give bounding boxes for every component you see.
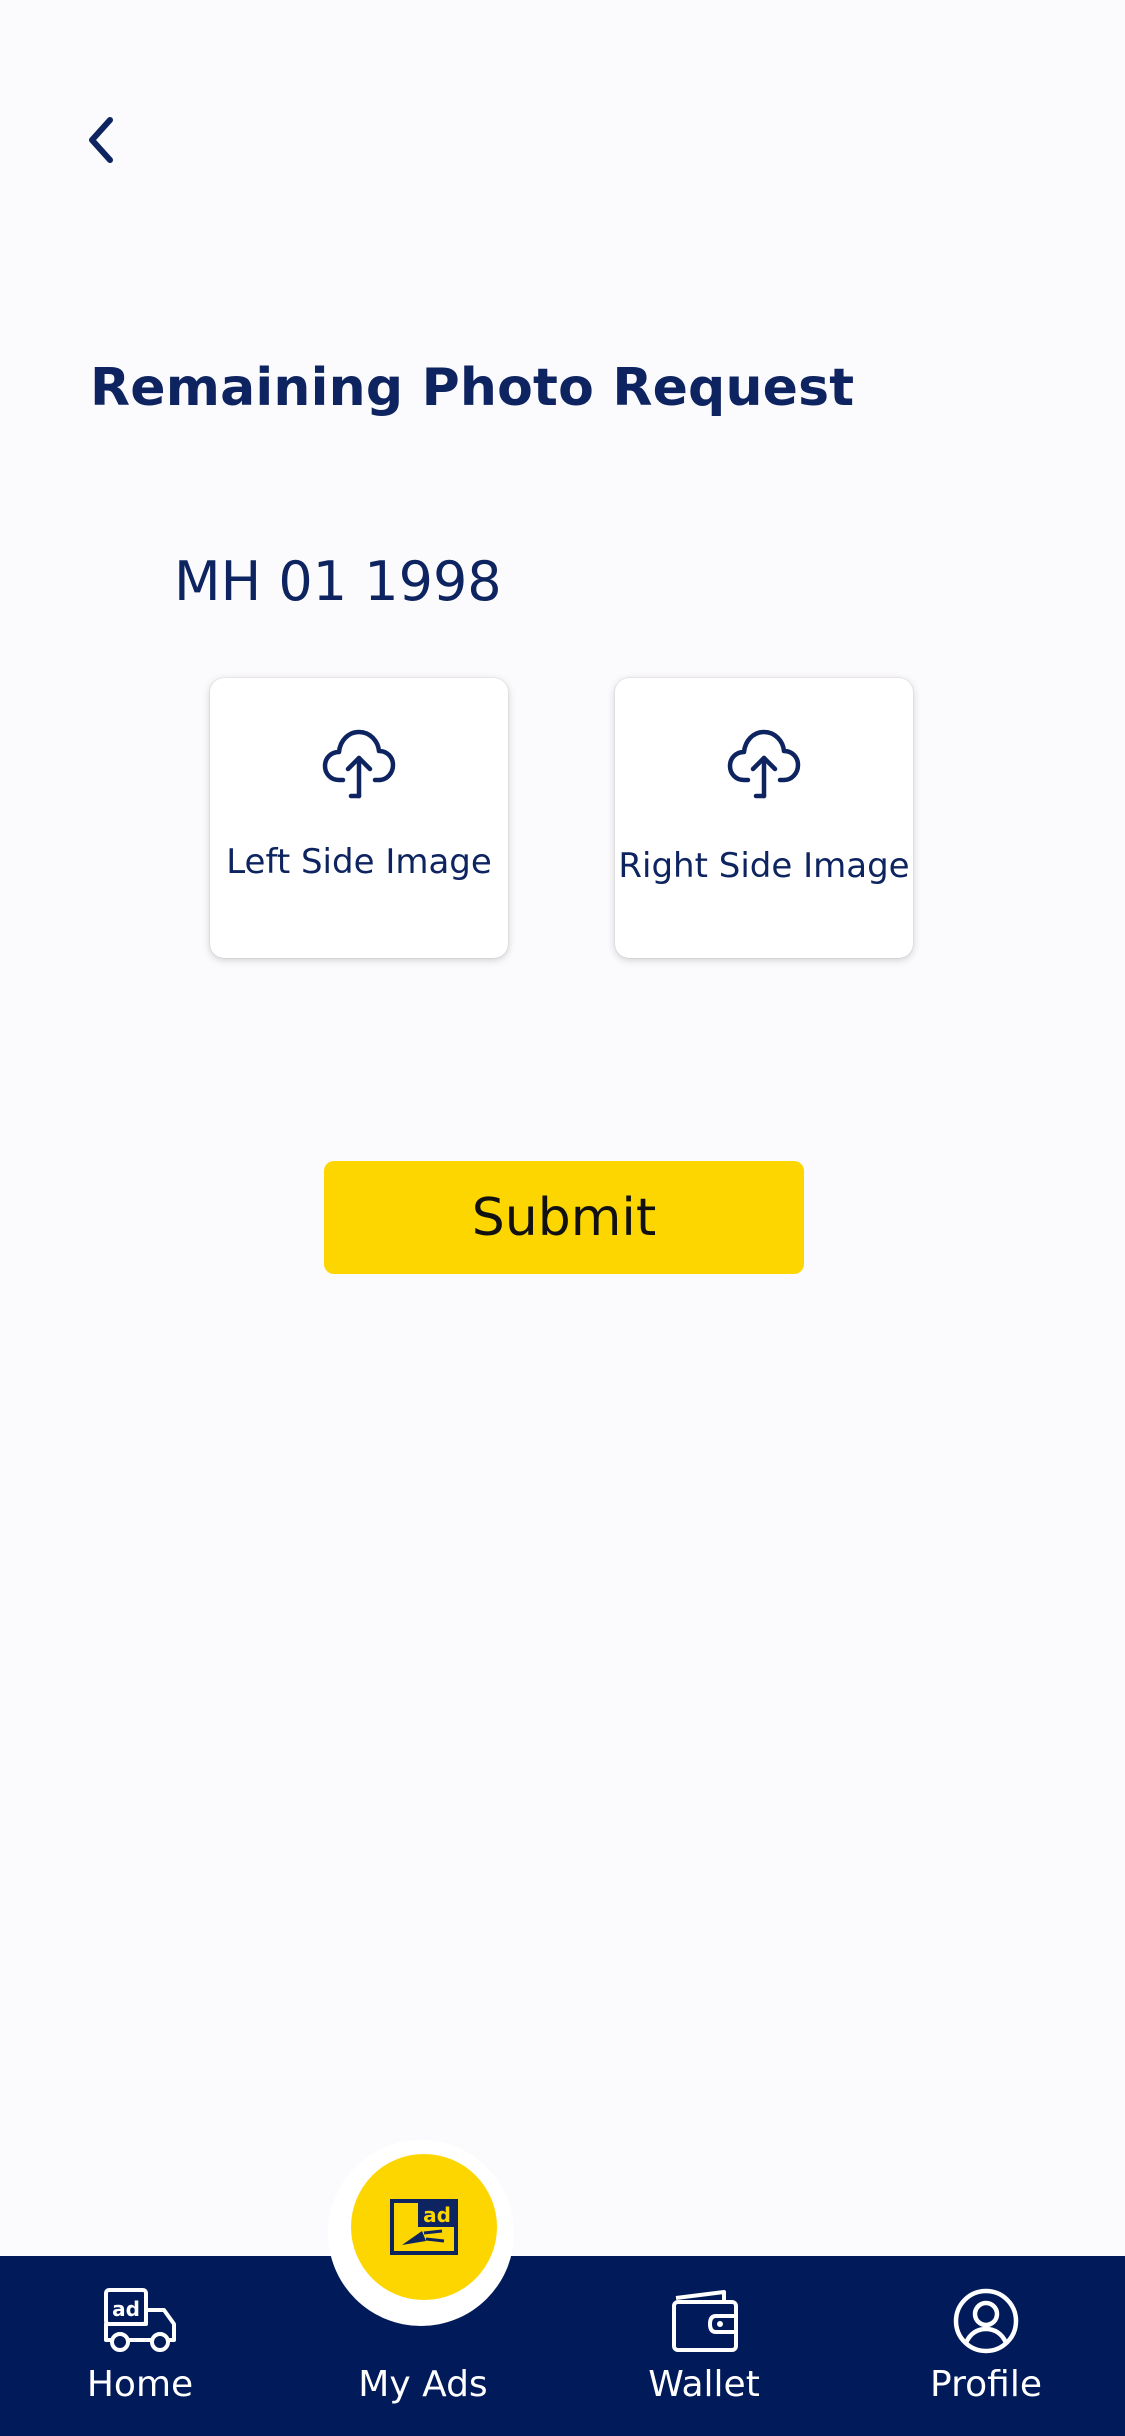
cloud-upload-icon [727, 729, 801, 799]
cloud-upload-icon [322, 729, 396, 799]
ad-megaphone-icon: ad [390, 2199, 458, 2255]
left-side-image-upload[interactable]: Left Side Image [210, 678, 508, 958]
nav-my-ads-label: My Ads [358, 2364, 488, 2405]
wallet-icon [672, 2290, 738, 2352]
nav-home-label: Home [86, 2364, 194, 2405]
back-button[interactable] [70, 110, 130, 170]
svg-text:ad: ad [423, 2203, 451, 2227]
nav-my-ads[interactable]: My Ads [323, 2256, 523, 2436]
user-circle-icon [953, 2288, 1019, 2354]
nav-profile[interactable]: Profile [886, 2256, 1086, 2436]
nav-profile-label: Profile [930, 2364, 1042, 2405]
right-side-image-label: Right Side Image [618, 846, 910, 886]
chevron-left-icon [89, 117, 113, 163]
nav-wallet[interactable]: Wallet [604, 2256, 804, 2436]
left-side-image-label: Left Side Image [226, 842, 492, 882]
vehicle-number: MH 01 1998 [174, 550, 502, 613]
ad-truck-icon: ad [104, 2288, 176, 2352]
nav-home[interactable]: ad Home [40, 2256, 240, 2436]
svg-text:ad: ad [112, 2297, 140, 2321]
submit-button[interactable]: Submit [324, 1161, 804, 1274]
nav-wallet-label: Wallet [648, 2364, 760, 2405]
right-side-image-upload[interactable]: Right Side Image [615, 678, 913, 958]
page-title: Remaining Photo Request [90, 358, 855, 418]
